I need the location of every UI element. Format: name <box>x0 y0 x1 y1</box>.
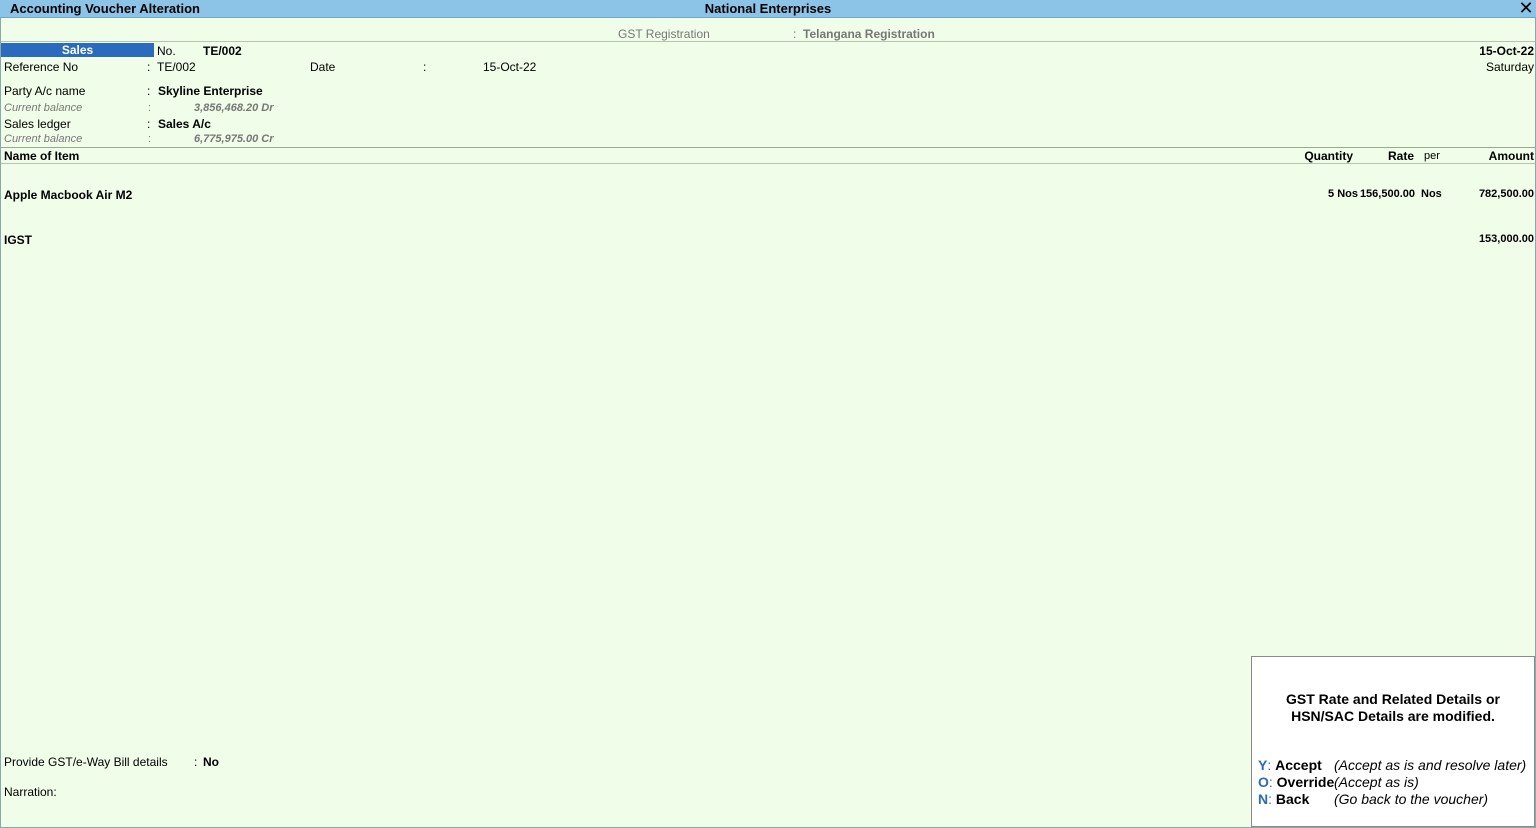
accept-desc: (Accept as is and resolve later) <box>1334 757 1527 773</box>
sales-ledger-label: Sales ledger <box>4 117 71 131</box>
sales-ledger-balance-sep: : <box>148 133 152 145</box>
item-amount[interactable]: 782,500.00 <box>1479 188 1534 200</box>
voucher-day: Saturday <box>1485 60 1534 74</box>
party-field[interactable]: Skyline Enterprise <box>158 84 263 98</box>
dialog-message-line2: HSN/SAC Details are modified. <box>1291 708 1495 724</box>
accept-option[interactable]: Y: Accept (Accept as is and resolve late… <box>1258 757 1530 774</box>
back-label: Back <box>1275 791 1310 807</box>
party-sep: : <box>147 84 151 98</box>
table-header-top-border <box>1 147 1535 148</box>
voucher-no-label: No. <box>157 44 176 58</box>
override-key: O <box>1258 774 1269 790</box>
gst-eway-label: Provide GST/e-Way Bill details <box>4 755 168 769</box>
column-header-rate: Rate <box>1387 149 1414 163</box>
gst-registration-value[interactable]: Telangana Registration <box>803 27 935 41</box>
voucher-date-top[interactable]: 15-Oct-22 <box>1479 44 1534 58</box>
override-label: Override <box>1276 774 1335 790</box>
column-header-amount: Amount <box>1488 149 1534 163</box>
sales-ledger-field[interactable]: Sales A/c <box>158 117 211 131</box>
tax-ledger-name[interactable]: IGST <box>4 233 32 247</box>
gst-modified-dialog: GST Rate and Related Details or HSN/SAC … <box>1251 656 1535 827</box>
date-field[interactable]: 15-Oct-22 <box>483 60 536 74</box>
dialog-message-line1: GST Rate and Related Details or <box>1286 691 1500 707</box>
reference-no-label: Reference No <box>4 60 79 74</box>
voucher-no-value[interactable]: TE/002 <box>203 44 242 58</box>
column-header-per: per <box>1424 150 1440 162</box>
override-option[interactable]: O: Override (Accept as is) <box>1258 774 1530 791</box>
gst-registration-label: GST Registration <box>618 27 710 41</box>
voucher-type[interactable]: Sales <box>1 43 154 57</box>
table-header-bottom-border <box>1 163 1535 164</box>
sales-ledger-balance-label: Current balance <box>4 133 83 145</box>
dialog-message: GST Rate and Related Details or HSN/SAC … <box>1252 691 1534 725</box>
party-balance-value: 3,856,468.20 Dr <box>194 102 274 114</box>
party-balance-label: Current balance <box>4 102 83 114</box>
sales-ledger-sep: : <box>147 117 151 131</box>
column-header-name: Name of Item <box>4 149 80 163</box>
gst-eway-field[interactable]: No <box>203 755 219 769</box>
gst-registration-sep: : <box>793 27 797 41</box>
title-bar: Accounting Voucher Alteration National E… <box>0 0 1536 18</box>
reference-no-field[interactable]: TE/002 <box>157 60 196 74</box>
tax-amount[interactable]: 153,000.00 <box>1479 233 1534 245</box>
gst-eway-sep: : <box>194 755 198 769</box>
company-name: National Enterprises <box>704 1 832 16</box>
back-desc: (Go back to the voucher) <box>1334 791 1489 807</box>
back-key: N <box>1258 791 1269 807</box>
narration-label: Narration: <box>4 785 57 799</box>
date-label: Date <box>310 60 336 74</box>
sales-ledger-balance-value: 6,775,975.00 Cr <box>194 133 274 145</box>
item-per[interactable]: Nos <box>1421 188 1442 200</box>
back-option[interactable]: N: Back (Go back to the voucher) <box>1258 791 1530 808</box>
column-header-quantity: Quantity <box>1304 149 1353 163</box>
accept-label: Accept <box>1275 757 1322 773</box>
close-icon[interactable]: ✕ <box>1518 0 1534 19</box>
override-desc: (Accept as is) <box>1334 774 1419 790</box>
reference-no-sep: : <box>147 60 151 74</box>
date-sep: : <box>423 60 427 74</box>
accept-key: Y <box>1258 757 1268 773</box>
party-label: Party A/c name <box>4 84 86 98</box>
item-name[interactable]: Apple Macbook Air M2 <box>4 188 132 202</box>
window-title: Accounting Voucher Alteration <box>10 1 200 16</box>
party-balance-sep: : <box>148 102 152 114</box>
item-rate[interactable]: 156,500.00 <box>1360 188 1415 200</box>
divider <box>1 41 1535 42</box>
item-quantity[interactable]: 5 Nos <box>1328 188 1358 200</box>
